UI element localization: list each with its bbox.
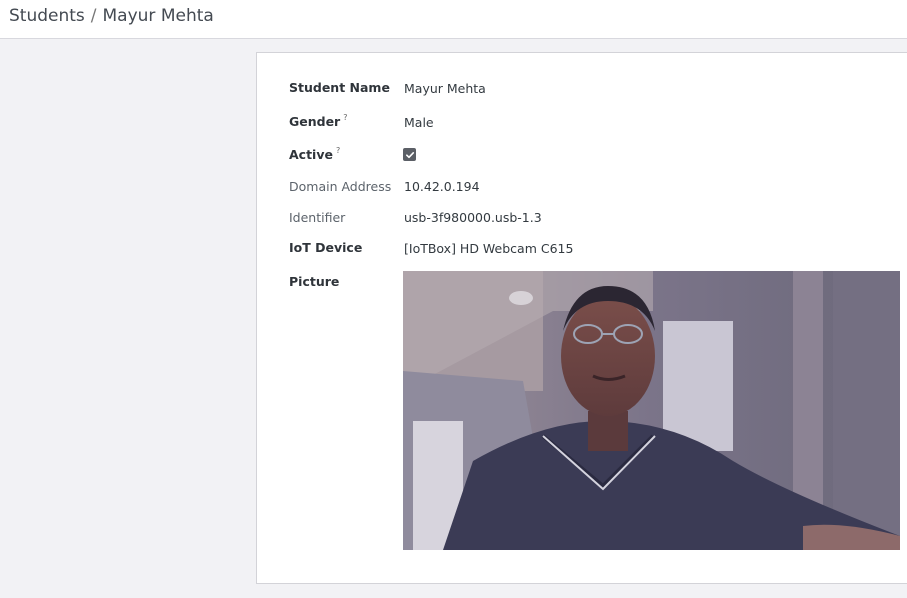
breadcrumb-students-link[interactable]: Students (9, 6, 85, 26)
active-checkbox[interactable] (403, 148, 416, 161)
student-picture[interactable] (403, 271, 900, 550)
active-help-icon[interactable]: ? (336, 146, 340, 155)
breadcrumb-current: Mayur Mehta (102, 6, 214, 26)
domain-address-label: Domain Address (289, 179, 392, 194)
iot-device-label: IoT Device (289, 240, 363, 255)
active-label-text: Active (289, 147, 333, 162)
active-label: Active? (289, 146, 340, 162)
iot-device-field[interactable]: [IoTBox] HD Webcam C615 (404, 241, 573, 256)
student-name-label: Student Name (289, 80, 390, 95)
student-name-field[interactable]: Mayur Mehta (404, 81, 486, 96)
identifier-field[interactable]: usb-3f980000.usb-1.3 (404, 210, 542, 225)
domain-address-field[interactable]: 10.42.0.194 (404, 179, 480, 194)
checkmark-icon (405, 151, 414, 158)
breadcrumb: Students / Mayur Mehta (9, 6, 214, 26)
gender-label-text: Gender (289, 114, 341, 129)
webcam-photo-image (403, 271, 900, 550)
gender-label: Gender? (289, 113, 347, 129)
gender-help-icon[interactable]: ? (343, 113, 347, 122)
form-sheet: Student Name Mayur Mehta Gender? Male Ac… (256, 52, 907, 584)
identifier-label: Identifier (289, 210, 346, 225)
control-panel: Students / Mayur Mehta (0, 0, 907, 39)
gender-field[interactable]: Male (404, 115, 434, 130)
picture-label: Picture (289, 274, 340, 289)
breadcrumb-separator: / (90, 6, 97, 26)
